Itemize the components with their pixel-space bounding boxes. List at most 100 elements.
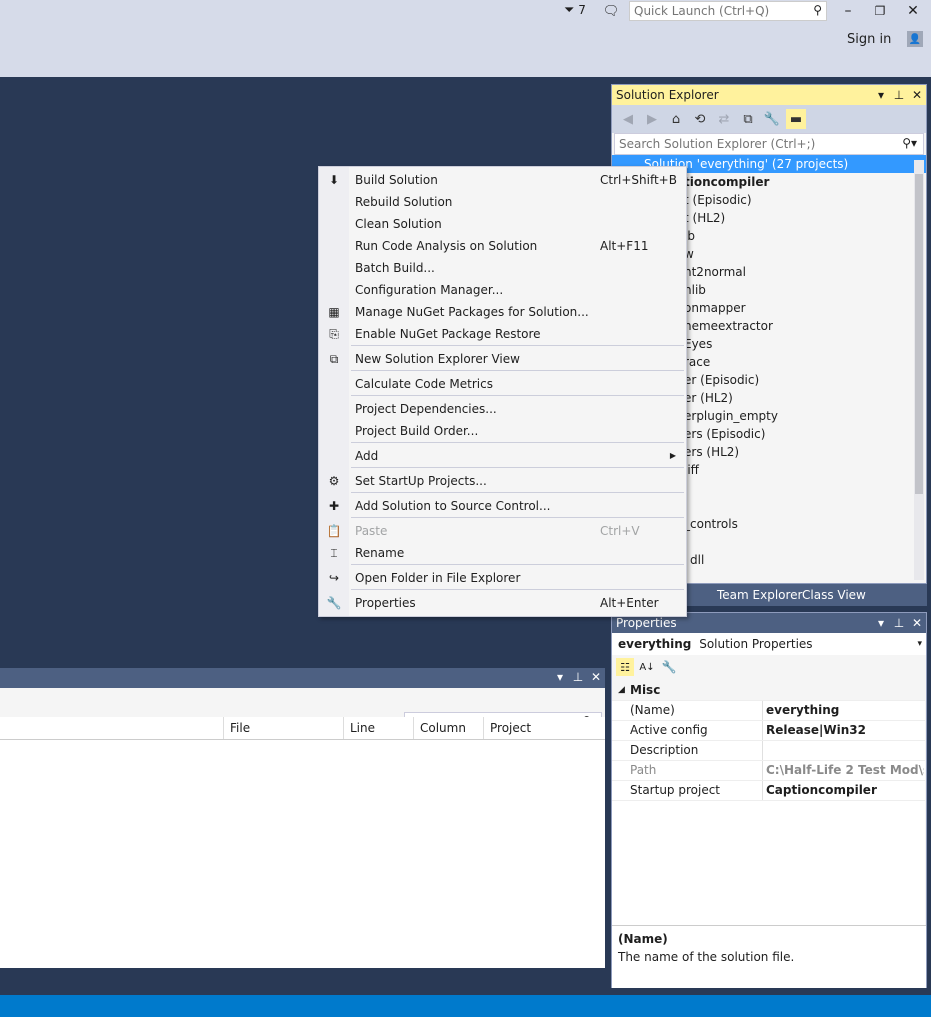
scrollbar[interactable] (914, 160, 924, 580)
feedback-icon[interactable]: 🗨 (602, 3, 620, 19)
tree-item[interactable]: race (684, 353, 926, 371)
tree-item[interactable]: nemeextractor (684, 317, 926, 335)
column-line[interactable]: Line (343, 717, 413, 739)
pin-icon[interactable]: ⊥ (892, 613, 906, 633)
back-icon[interactable]: ◀ (618, 109, 638, 129)
menu-item-rename[interactable]: ⌶ Rename (319, 542, 686, 564)
menu-item-calculate-code-metrics[interactable]: Calculate Code Metrics (319, 373, 686, 395)
property-name: Description (630, 743, 699, 757)
tree-item[interactable]: t (Episodic) (684, 191, 926, 209)
tree-item[interactable]: erplugin_empty (684, 407, 926, 425)
description-text: The name of the solution file. (618, 950, 795, 964)
error-list-titlebar[interactable]: ▾ ⊥ ✕ (0, 668, 605, 688)
quick-launch-input[interactable] (630, 2, 808, 20)
property-row[interactable]: Active config Release|Win32 (612, 721, 925, 741)
property-value[interactable]: everything (766, 701, 924, 720)
menu-item-clean-solution[interactable]: Clean Solution (319, 213, 686, 235)
menu-item-add-solution-to-source-control[interactable]: ✚ Add Solution to Source Control... (319, 495, 686, 517)
menu-item-build-solution[interactable]: ⬇ Build Solution Ctrl+Shift+B (319, 169, 686, 191)
tree-item[interactable]: w (684, 245, 926, 263)
property-value[interactable]: Release|Win32 (766, 721, 924, 740)
menu-item-project-build-order[interactable]: Project Build Order... (319, 420, 686, 442)
quick-launch[interactable]: ⚲ (629, 1, 827, 21)
home-icon[interactable]: ⌂ (666, 109, 686, 129)
tree-item[interactable]: ht2normal (684, 263, 926, 281)
properties-object-selector[interactable]: everything Solution Properties ▾ (612, 633, 926, 655)
menu-item-run-code-analysis-on-solution[interactable]: Run Code Analysis on Solution Alt+F11 (319, 235, 686, 257)
menu-item-set-startup-projects[interactable]: ⚙ Set StartUp Projects... (319, 470, 686, 492)
tree-item[interactable]: er (HL2) (684, 389, 926, 407)
error-list-body (0, 740, 605, 968)
sync-icon[interactable]: ⇄ (714, 109, 734, 129)
tree-item[interactable]: _controls (684, 515, 926, 533)
menu-item-open-folder-in-file-explorer[interactable]: ↪ Open Folder in File Explorer (319, 567, 686, 589)
menu-item-enable-nuget-package-restore[interactable]: ⎘ Enable NuGet Package Restore (319, 323, 686, 345)
menu-item-rebuild-solution[interactable]: Rebuild Solution (319, 191, 686, 213)
menu-item-manage-nuget-packages-for-solution[interactable]: ▦ Manage NuGet Packages for Solution... (319, 301, 686, 323)
restore-button[interactable]: ❐ (872, 3, 888, 19)
menu-item-label: Properties (355, 596, 416, 610)
menu-item-label: Project Dependencies... (355, 402, 497, 416)
property-pages-icon[interactable]: 🔧 (660, 658, 678, 676)
dropdown-arrow-icon[interactable]: ▾ (874, 85, 888, 105)
notifications[interactable]: ⏷ 7 (564, 3, 586, 18)
menu-item-new-solution-explorer-view[interactable]: ⧉ New Solution Explorer View (319, 348, 686, 370)
property-row[interactable]: (Name) everything (612, 701, 925, 721)
tree-item[interactable]: ers (HL2) (684, 443, 926, 461)
menu-item-batch-build[interactable]: Batch Build... (319, 257, 686, 279)
solution-explorer-search-input[interactable] (615, 134, 870, 154)
tab-class-view[interactable]: Class View (802, 584, 866, 606)
close-icon[interactable]: ✕ (910, 613, 924, 633)
property-row[interactable]: Description (612, 741, 925, 761)
tree-item[interactable]: nlib (684, 281, 926, 299)
tree-item[interactable]: ib (684, 227, 926, 245)
sign-in-link[interactable]: Sign in (847, 32, 891, 47)
category-row[interactable]: ◢ Misc (612, 681, 925, 701)
collapse-triangle-icon[interactable]: ◢ (618, 681, 625, 700)
property-value[interactable]: C:\Half-Life 2 Test Mod\src\everything.s… (766, 761, 924, 780)
tree-item[interactable]: ers (Episodic) (684, 425, 926, 443)
column-project[interactable]: Project (483, 717, 605, 739)
pin-icon[interactable]: ⊥ (571, 670, 585, 684)
tree-item[interactable]: Eyes (684, 335, 926, 353)
alphabetical-icon[interactable]: A↓ (638, 658, 656, 676)
tree-item[interactable]: onmapper (684, 299, 926, 317)
pin-icon[interactable]: ⊥ (892, 85, 906, 105)
dropdown-arrow-icon[interactable]: ▾ (874, 613, 888, 633)
tree-item[interactable]: tioncompiler (684, 173, 926, 191)
categorized-icon[interactable]: ☷ (616, 658, 634, 676)
history-icon[interactable]: ⟲ (690, 109, 710, 129)
column-column[interactable]: Column (413, 717, 483, 739)
menu-item-properties[interactable]: 🔧 Properties Alt+Enter (319, 592, 686, 614)
close-icon[interactable]: ✕ (910, 85, 924, 105)
scrollbar-thumb[interactable] (915, 174, 923, 494)
tree-item[interactable]: t (HL2) (684, 209, 926, 227)
solution-explorer-search[interactable]: ⚲▾ (614, 133, 924, 155)
property-value[interactable]: Captioncompiler (766, 781, 924, 800)
minimize-button[interactable]: – (840, 3, 856, 19)
property-row[interactable]: Startup project Captioncompiler (612, 781, 925, 801)
tree-item[interactable] (684, 533, 926, 551)
properties-wrench-icon[interactable]: 🔧 (762, 109, 782, 129)
property-row[interactable]: Path C:\Half-Life 2 Test Mod\src\everythi… (612, 761, 925, 781)
open-folder-icon: ↪ (328, 571, 340, 585)
collapse-all-icon[interactable]: ⧉ (738, 109, 758, 129)
preview-icon[interactable]: ▬ (786, 109, 806, 129)
tree-item[interactable] (684, 479, 926, 497)
menu-item-shortcut: Ctrl+V (600, 524, 640, 538)
dropdown-arrow-icon[interactable]: ▾ (553, 670, 567, 684)
tree-item[interactable]: liff (684, 461, 926, 479)
tab-team-explorer[interactable]: Team Explorer (717, 584, 803, 606)
tree-item[interactable]: _dll (684, 551, 926, 565)
tree-item[interactable] (684, 497, 926, 515)
solution-explorer-titlebar[interactable]: Solution Explorer ▾ ⊥ ✕ (612, 85, 926, 105)
avatar-icon[interactable]: 👤 (907, 31, 923, 47)
menu-item-project-dependencies[interactable]: Project Dependencies... (319, 398, 686, 420)
forward-icon[interactable]: ▶ (642, 109, 662, 129)
menu-item-add[interactable]: Add ▶ (319, 445, 686, 467)
column-file[interactable]: File (223, 717, 343, 739)
close-button[interactable]: ✕ (905, 3, 921, 19)
tree-item[interactable]: er (Episodic) (684, 371, 926, 389)
menu-item-configuration-manager[interactable]: Configuration Manager... (319, 279, 686, 301)
close-icon[interactable]: ✕ (589, 670, 603, 684)
